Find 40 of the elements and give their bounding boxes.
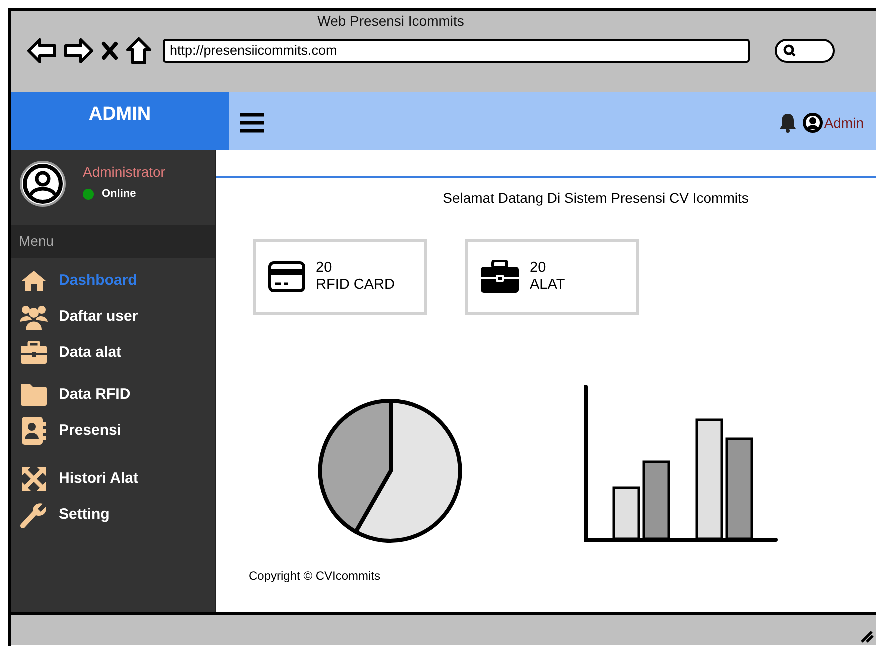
briefcase-icon — [20, 340, 48, 364]
stat-label: RFID CARD — [316, 277, 395, 294]
menu-item[interactable]: Presensi — [59, 422, 122, 439]
stat-value: 20 — [530, 260, 548, 277]
expand-arrows-icon — [20, 466, 48, 492]
folder-icon — [20, 382, 48, 406]
stat-label: ALAT — [530, 277, 566, 294]
menu-item[interactable]: Histori Alat — [59, 470, 138, 487]
users-icon — [20, 304, 48, 330]
window-title: Web Presensi Icommits — [316, 13, 466, 29]
resize-grip-icon[interactable] — [860, 629, 874, 643]
search-icon — [783, 44, 797, 58]
menu-item[interactable]: Setting — [59, 506, 110, 523]
stat-value: 20 — [316, 260, 334, 277]
copyright-text: Copyright © CVIcommits — [249, 569, 382, 583]
close-icon[interactable] — [101, 41, 119, 61]
menu-item[interactable]: Data RFID — [59, 386, 131, 403]
card-icon — [268, 261, 306, 293]
menu-heading: Menu — [11, 225, 215, 258]
menu-icon[interactable] — [239, 112, 265, 134]
brand-title: ADMIN — [11, 92, 229, 150]
menu-item[interactable]: Data alat — [59, 344, 122, 361]
user-icon[interactable] — [803, 113, 824, 133]
status-label: Online — [102, 188, 136, 200]
forward-icon[interactable] — [64, 38, 94, 64]
bell-icon[interactable] — [779, 113, 798, 133]
address-field[interactable]: http://presensiicommits.com — [163, 39, 750, 63]
contact-book-icon — [20, 416, 48, 446]
briefcase-icon — [480, 260, 520, 294]
avatar-icon — [19, 160, 67, 208]
user-name[interactable]: Admin — [824, 115, 864, 131]
user-name: Administrator — [83, 164, 166, 180]
chart-bar — [612, 486, 640, 540]
home-icon[interactable] — [126, 37, 152, 65]
back-icon[interactable] — [27, 38, 57, 64]
menu-item[interactable]: Daftar user — [59, 308, 138, 325]
house-icon — [20, 268, 48, 292]
wrench-icon — [20, 500, 48, 528]
search-field[interactable] — [775, 39, 835, 63]
welcome-text: Selamat Datang Di Sistem Presensi CV Icommits — [442, 190, 750, 206]
